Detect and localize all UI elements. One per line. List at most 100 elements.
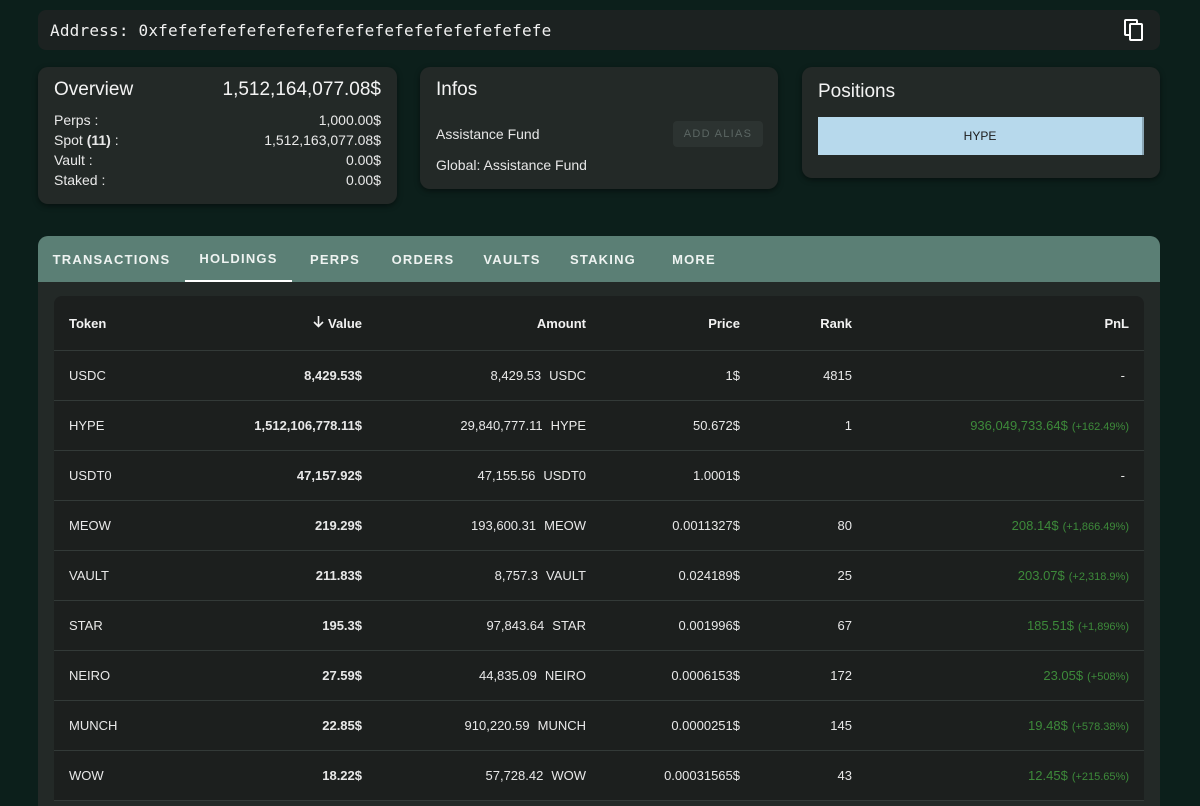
cell-price: 0.00031565$ bbox=[664, 768, 740, 783]
table-row[interactable]: STAR 195.3$ 97,843.64 STAR 0.001996$ 67 1… bbox=[54, 601, 1144, 651]
overview-card: Overview 1,512,164,077.08$ Perps : 1,000… bbox=[38, 67, 397, 204]
overview-row-perps: Perps : 1,000.00$ bbox=[54, 110, 381, 130]
tab-transactions[interactable]: TRANSACTIONS bbox=[38, 236, 185, 282]
cell-token: MEOW bbox=[69, 518, 111, 533]
overview-breakdown: Perps : 1,000.00$ Spot (11) : 1,512,163,… bbox=[54, 110, 381, 190]
cell-amount: 193,600.31 MEOW bbox=[471, 518, 586, 533]
cell-pnl: 23.05$ (+508%) bbox=[1043, 668, 1129, 683]
cell-rank: 43 bbox=[837, 768, 852, 783]
cell-rank: 1 bbox=[844, 418, 852, 433]
cell-amount: 8,757.3 VAULT bbox=[495, 568, 586, 583]
pnl-value: 208.14$ bbox=[1011, 518, 1059, 533]
copy-address-button[interactable] bbox=[1120, 16, 1148, 44]
table-row[interactable]: HYPE 1,512,106,778.11$ 29,840,777.11 HYPE… bbox=[54, 401, 1144, 451]
overview-row-staked: Staked : 0.00$ bbox=[54, 170, 381, 190]
tab-more[interactable]: MORE bbox=[650, 236, 738, 282]
overview-label: Perps : bbox=[54, 112, 99, 128]
cell-rank: 25 bbox=[837, 568, 852, 583]
table-row[interactable]: MEOW 219.29$ 193,600.31 MEOW 0.0011327$ 8… bbox=[54, 501, 1144, 551]
table-row[interactable]: MUNCH 22.85$ 910,220.59 MUNCH 0.0000251$ … bbox=[54, 701, 1144, 751]
pnl-value: 185.51$ bbox=[1026, 618, 1074, 633]
tab-bar: TRANSACTIONS HOLDINGS PERPS ORDERS VAULT… bbox=[38, 236, 1160, 282]
tab-vaults[interactable]: VAULTS bbox=[468, 236, 556, 282]
cell-pnl: 208.14$ (+1,866.49%) bbox=[1012, 518, 1129, 533]
cell-amount: 910,220.59 MUNCH bbox=[465, 718, 586, 733]
cell-value: 195.3$ bbox=[322, 618, 362, 633]
cell-pnl: 936,049,733.64$ (+162.49%) bbox=[970, 418, 1129, 433]
cell-value: 27.59$ bbox=[322, 668, 362, 683]
position-chip-hype[interactable]: HYPE bbox=[818, 117, 1144, 155]
cell-rank: 67 bbox=[837, 618, 852, 633]
pnl-percent: (+2,318.9%) bbox=[1068, 571, 1129, 583]
overview-row-spot: Spot (11) : 1,512,163,077.08$ bbox=[54, 130, 381, 150]
cell-pnl: 203.07$ (+2,318.9%) bbox=[1018, 568, 1129, 583]
cell-amount: 47,155.56 USDT0 bbox=[478, 468, 586, 483]
tab-holdings[interactable]: HOLDINGS bbox=[185, 236, 292, 282]
amount-symbol: USDT0 bbox=[543, 468, 586, 483]
cell-pnl: - bbox=[1121, 468, 1129, 483]
cell-token: MUNCH bbox=[69, 718, 118, 733]
cell-price: 0.0006153$ bbox=[671, 668, 740, 683]
cell-pnl: 19.48$ (+578.38%) bbox=[1028, 718, 1129, 733]
cell-value: 1,512,106,778.11$ bbox=[254, 418, 362, 433]
infos-title: Infos bbox=[436, 79, 478, 100]
cell-amount: 8,429.53 USDC bbox=[491, 368, 586, 383]
pnl-percent: (+215.65%) bbox=[1071, 771, 1129, 783]
amount-number: 910,220.59 bbox=[464, 718, 530, 733]
table-row[interactable]: USDT0 47,157.92$ 47,155.56 USDT0 1.0001$ … bbox=[54, 451, 1144, 501]
add-alias-button[interactable]: ADD ALIAS bbox=[673, 121, 763, 147]
cell-price: 1$ bbox=[725, 368, 740, 383]
overview-row-vault: Vault : 0.00$ bbox=[54, 150, 381, 170]
global-alias: Global: Assistance Fund bbox=[436, 157, 587, 173]
overview-label: Staked : bbox=[54, 172, 106, 188]
header-amount[interactable]: Amount bbox=[537, 316, 586, 331]
header-value[interactable]: Value bbox=[313, 315, 362, 331]
overview-value: 1,512,163,077.08$ bbox=[264, 132, 381, 148]
cell-rank: 172 bbox=[830, 668, 852, 683]
cell-token: USDT0 bbox=[69, 468, 112, 483]
cell-amount: 57,728.42 WOW bbox=[486, 768, 587, 783]
table-row[interactable]: USDC 8,429.53$ 8,429.53 USDC 1$ 4815 - bbox=[54, 351, 1144, 401]
cell-rank: 145 bbox=[830, 718, 852, 733]
pnl-value: 19.48$ bbox=[1028, 718, 1068, 733]
header-token[interactable]: Token bbox=[69, 316, 106, 331]
cell-price: 0.024189$ bbox=[678, 568, 740, 583]
tab-perps[interactable]: PERPS bbox=[292, 236, 378, 282]
pnl-percent: (+578.38%) bbox=[1071, 721, 1129, 733]
header-rank[interactable]: Rank bbox=[820, 316, 852, 331]
cell-value: 219.29$ bbox=[315, 518, 362, 533]
header-price[interactable]: Price bbox=[708, 316, 740, 331]
cell-value: 8,429.53$ bbox=[304, 368, 362, 383]
spot-label-colon: : bbox=[110, 132, 119, 148]
table-row[interactable]: VAULT 211.83$ 8,757.3 VAULT 0.024189$ 25 … bbox=[54, 551, 1144, 601]
cell-token: VAULT bbox=[69, 568, 109, 583]
amount-number: 44,835.09 bbox=[478, 668, 537, 683]
overview-total: 1,512,164,077.08$ bbox=[222, 79, 382, 100]
cell-token: STAR bbox=[69, 618, 103, 633]
overview-title: Overview bbox=[54, 79, 134, 100]
tab-staking[interactable]: STAKING bbox=[556, 236, 650, 282]
overview-label: Vault : bbox=[54, 152, 93, 168]
tab-orders[interactable]: ORDERS bbox=[378, 236, 468, 282]
amount-symbol: VAULT bbox=[546, 568, 586, 583]
table-row[interactable]: WOW 18.22$ 57,728.42 WOW 0.00031565$ 43 1… bbox=[54, 751, 1144, 801]
cell-price: 1.0001$ bbox=[693, 468, 740, 483]
amount-symbol: MUNCH bbox=[537, 718, 586, 733]
amount-symbol: MEOW bbox=[544, 518, 586, 533]
pnl-percent: (+162.49%) bbox=[1071, 421, 1129, 433]
cell-token: NEIRO bbox=[69, 668, 111, 683]
cell-pnl: 12.45$ (+215.65%) bbox=[1028, 768, 1129, 783]
cell-amount: 44,835.09 NEIRO bbox=[479, 668, 586, 683]
header-value-label: Value bbox=[328, 315, 362, 331]
amount-number: 57,728.42 bbox=[485, 768, 544, 783]
table-row[interactable]: NEIRO 27.59$ 44,835.09 NEIRO 0.0006153$ 1… bbox=[54, 651, 1144, 701]
holdings-table: Token Value Amount Price Rank PnL USDC 8… bbox=[54, 296, 1144, 801]
pnl-percent: (+1,896%) bbox=[1077, 621, 1129, 633]
amount-symbol: STAR bbox=[552, 618, 586, 633]
positions-card: Positions HYPE bbox=[802, 67, 1160, 178]
header-pnl[interactable]: PnL bbox=[1104, 316, 1129, 331]
infos-card: Infos Assistance Fund ADD ALIAS Global: … bbox=[420, 67, 778, 189]
cell-price: 0.0011327$ bbox=[672, 518, 740, 533]
amount-number: 47,155.56 bbox=[477, 468, 536, 483]
pnl-value: - bbox=[1120, 468, 1125, 483]
